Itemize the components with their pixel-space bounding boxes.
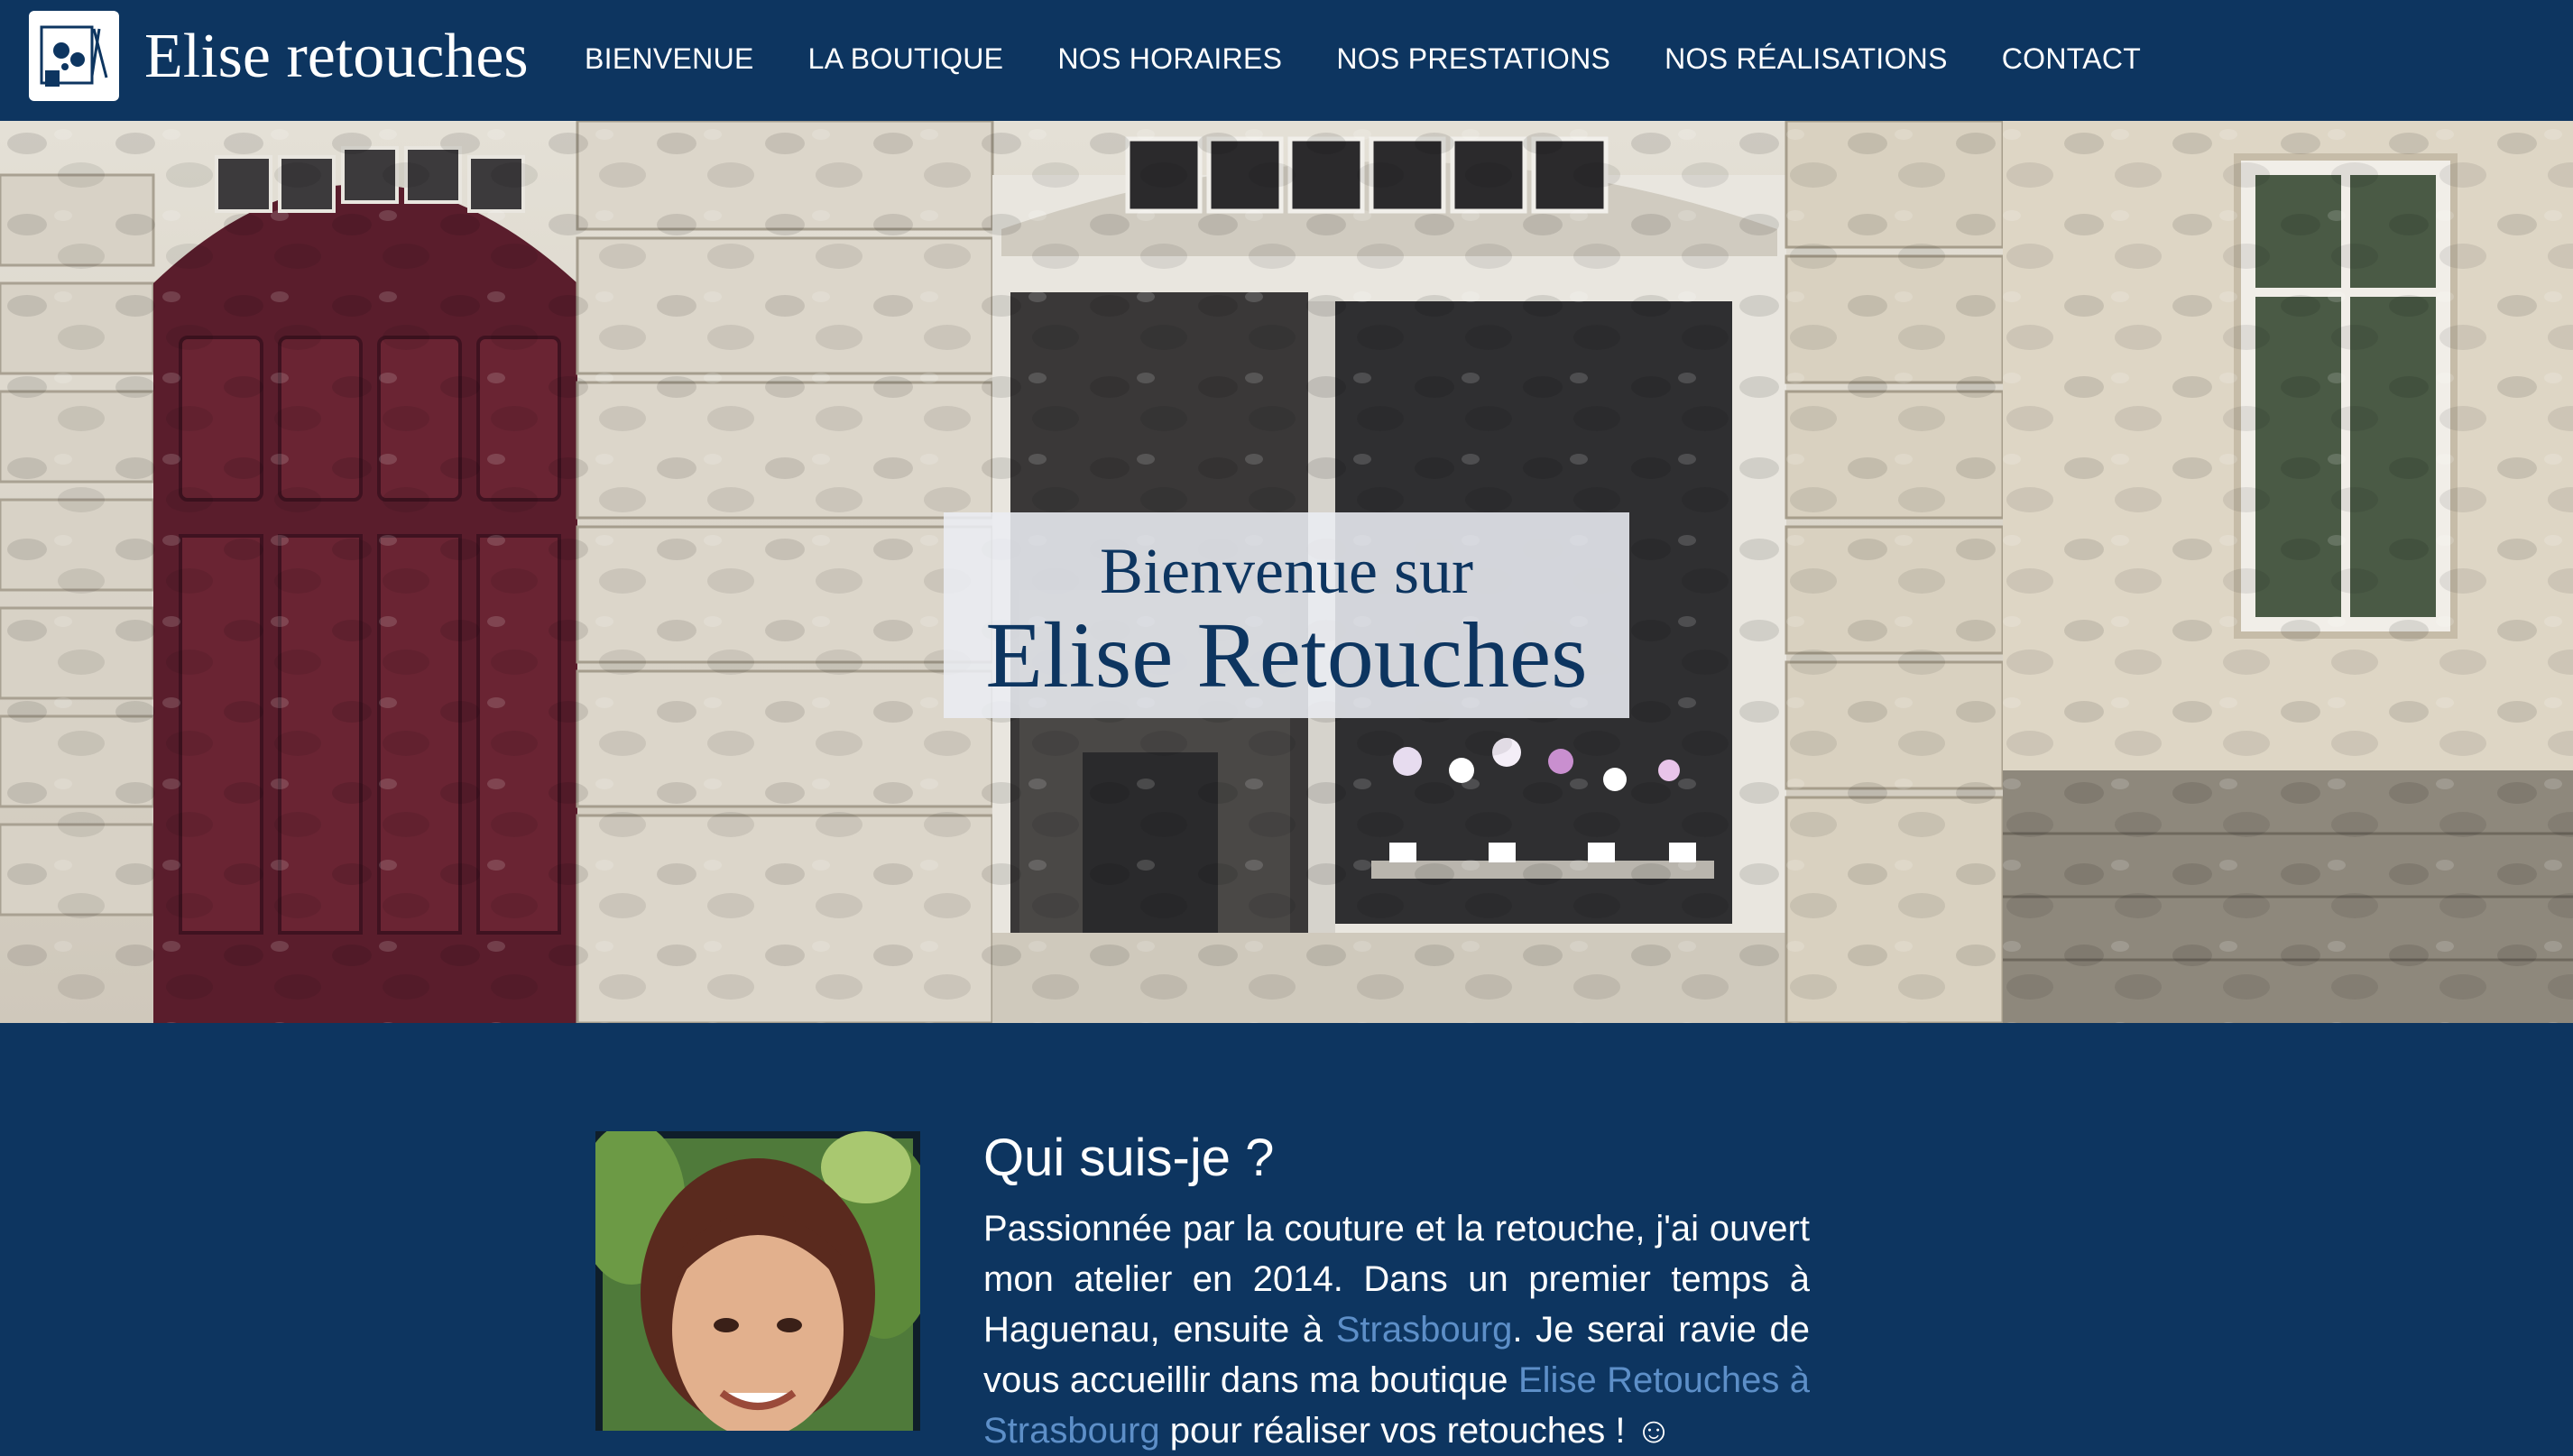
site-header: Elise retouches BIENVENUE LA BOUTIQUE NO…	[0, 0, 2573, 121]
site-logo[interactable]	[29, 11, 119, 101]
welcome-heading: Bienvenue sur	[1100, 535, 1473, 607]
sewing-logo-icon	[40, 25, 108, 87]
about-text-part-3: pour réaliser vos retouches ! ☺	[1159, 1411, 1673, 1451]
owner-portrait	[595, 1131, 920, 1431]
welcome-brand: Elise Retouches	[985, 604, 1588, 707]
nav-la-boutique[interactable]: LA BOUTIQUE	[808, 34, 1004, 83]
welcome-overlay: Bienvenue sur Elise Retouches	[944, 512, 1629, 718]
nav-contact[interactable]: CONTACT	[2002, 34, 2141, 83]
strasbourg-link[interactable]: Strasbourg	[1336, 1310, 1513, 1350]
nav-nos-prestations[interactable]: NOS PRESTATIONS	[1336, 34, 1610, 83]
portrait-image	[595, 1131, 920, 1431]
nav-nos-realisations[interactable]: NOS RÉALISATIONS	[1665, 34, 1948, 83]
site-title[interactable]: Elise retouches	[144, 16, 529, 97]
about-paragraph: Passionnée par la couture et la retouche…	[983, 1203, 1810, 1456]
main-nav: BIENVENUE LA BOUTIQUE NOS HORAIRES NOS P…	[585, 34, 2195, 83]
hero-banner: Bienvenue sur Elise Retouches	[0, 121, 2573, 1023]
about-title: Qui suis-je ?	[983, 1129, 1275, 1187]
nav-nos-horaires[interactable]: NOS HORAIRES	[1057, 34, 1282, 83]
nav-bienvenue[interactable]: BIENVENUE	[585, 34, 754, 83]
